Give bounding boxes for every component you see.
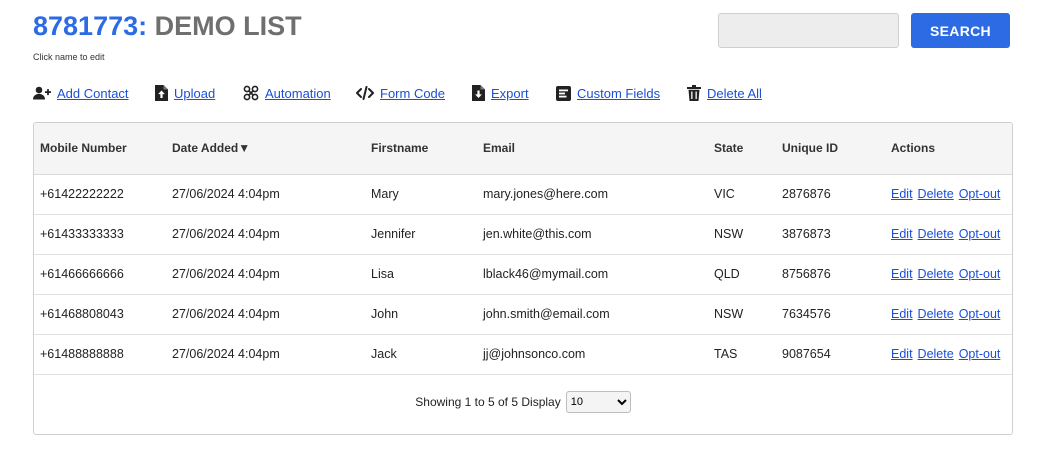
state-cell: NSW (708, 294, 776, 335)
contacts-table-card: Mobile Number Date Added▼ Firstname Emai… (33, 122, 1013, 435)
firstname-cell: Jack (365, 334, 477, 375)
custom-fields-icon (556, 85, 571, 101)
column-header-actions: Actions (885, 123, 1012, 175)
list-id: 8781773: (33, 11, 148, 41)
page-title: 8781773: DEMO LIST (33, 11, 302, 42)
mobile-cell: +61422222222 (34, 174, 166, 215)
add-contact-label: Add Contact (57, 85, 129, 101)
state-cell: NSW (708, 214, 776, 255)
column-header-date-added[interactable]: Date Added▼ (166, 123, 365, 175)
edit-link[interactable]: Edit (891, 267, 913, 281)
contacts-table: Mobile Number Date Added▼ Firstname Emai… (34, 123, 1012, 375)
column-header-unique-id[interactable]: Unique ID (776, 123, 885, 175)
delete-link[interactable]: Delete (918, 307, 954, 321)
email-cell: lblack46@mymail.com (477, 254, 708, 295)
unique-id-cell: 9087654 (776, 334, 885, 375)
state-cell: QLD (708, 254, 776, 295)
column-header-firstname[interactable]: Firstname (365, 123, 477, 175)
edit-link[interactable]: Edit (891, 347, 913, 361)
opt-out-link[interactable]: Opt-out (959, 347, 1001, 361)
unique-id-cell: 8756876 (776, 254, 885, 295)
firstname-cell: John (365, 294, 477, 335)
email-cell: john.smith@email.com (477, 294, 708, 335)
actions-cell: Edit Delete Opt-out (885, 254, 1012, 295)
table-row: +61433333333 27/06/2024 4:04pm Jennifer … (34, 214, 1012, 255)
delete-link[interactable]: Delete (918, 187, 954, 201)
automation-icon (243, 85, 259, 101)
firstname-cell: Mary (365, 174, 477, 215)
firstname-cell: Lisa (365, 254, 477, 295)
column-header-mobile[interactable]: Mobile Number (34, 123, 166, 175)
table-row: +61468808043 27/06/2024 4:04pm John john… (34, 294, 1012, 335)
email-cell: jen.white@this.com (477, 214, 708, 255)
opt-out-link[interactable]: Opt-out (959, 267, 1001, 281)
search-input[interactable] (718, 13, 899, 48)
edit-link[interactable]: Edit (891, 307, 913, 321)
state-cell: VIC (708, 174, 776, 215)
custom-fields-label: Custom Fields (577, 85, 661, 101)
mobile-cell: +61488888888 (34, 334, 166, 375)
column-header-email[interactable]: Email (477, 123, 708, 175)
custom-fields-link[interactable]: Custom Fields (556, 83, 660, 103)
search-button[interactable]: SEARCH (911, 13, 1010, 48)
form-code-link[interactable]: Form Code (356, 83, 445, 103)
mobile-cell: +61433333333 (34, 214, 166, 255)
firstname-cell: Jennifer (365, 214, 477, 255)
actions-cell: Edit Delete Opt-out (885, 214, 1012, 255)
automation-label: Automation (265, 85, 331, 101)
unique-id-cell: 7634576 (776, 294, 885, 335)
display-label: Display (521, 395, 561, 409)
delete-all-link[interactable]: Delete All (687, 83, 762, 103)
unique-id-cell: 3876873 (776, 214, 885, 255)
mobile-cell: +61466666666 (34, 254, 166, 295)
state-cell: TAS (708, 334, 776, 375)
upload-file-icon (155, 85, 168, 101)
email-cell: mary.jones@here.com (477, 174, 708, 215)
date-added-cell: 27/06/2024 4:04pm (166, 254, 365, 295)
delete-link[interactable]: Delete (918, 227, 954, 241)
upload-link[interactable]: Upload (155, 83, 215, 103)
export-file-icon (472, 85, 485, 101)
add-user-icon (33, 86, 51, 100)
date-added-cell: 27/06/2024 4:04pm (166, 214, 365, 255)
date-added-cell: 27/06/2024 4:04pm (166, 334, 365, 375)
form-code-label: Form Code (380, 85, 446, 101)
edit-link[interactable]: Edit (891, 187, 913, 201)
display-count-select[interactable]: 10 (565, 391, 631, 413)
column-header-state[interactable]: State (708, 123, 776, 175)
showing-count: Showing 1 to 5 of 5 (415, 395, 519, 409)
opt-out-link[interactable]: Opt-out (959, 187, 1001, 201)
table-header-row: Mobile Number Date Added▼ Firstname Emai… (34, 123, 1012, 175)
pagination-footer: Showing 1 to 5 of 5 Display 10 (34, 391, 1012, 413)
delete-all-label: Delete All (707, 85, 762, 101)
list-name[interactable]: DEMO LIST (155, 11, 302, 41)
date-added-cell: 27/06/2024 4:04pm (166, 294, 365, 335)
code-icon (356, 86, 374, 100)
upload-label: Upload (174, 85, 216, 101)
unique-id-cell: 2876876 (776, 174, 885, 215)
export-label: Export (491, 85, 529, 101)
table-row: +61466666666 27/06/2024 4:04pm Lisa lbla… (34, 254, 1012, 295)
date-added-cell: 27/06/2024 4:04pm (166, 174, 365, 215)
actions-cell: Edit Delete Opt-out (885, 174, 1012, 215)
actions-cell: Edit Delete Opt-out (885, 294, 1012, 335)
table-row: +61488888888 27/06/2024 4:04pm Jack jj@j… (34, 334, 1012, 375)
opt-out-link[interactable]: Opt-out (959, 227, 1001, 241)
edit-link[interactable]: Edit (891, 227, 913, 241)
table-row: +61422222222 27/06/2024 4:04pm Mary mary… (34, 174, 1012, 215)
export-link[interactable]: Export (472, 83, 529, 103)
delete-link[interactable]: Delete (918, 267, 954, 281)
email-cell: jj@johnsonco.com (477, 334, 708, 375)
mobile-cell: +61468808043 (34, 294, 166, 335)
add-contact-link[interactable]: Add Contact (33, 83, 129, 103)
edit-hint: Click name to edit (33, 52, 105, 62)
automation-link[interactable]: Automation (243, 83, 331, 103)
actions-cell: Edit Delete Opt-out (885, 334, 1012, 375)
delete-link[interactable]: Delete (918, 347, 954, 361)
opt-out-link[interactable]: Opt-out (959, 307, 1001, 321)
trash-icon (687, 85, 701, 101)
